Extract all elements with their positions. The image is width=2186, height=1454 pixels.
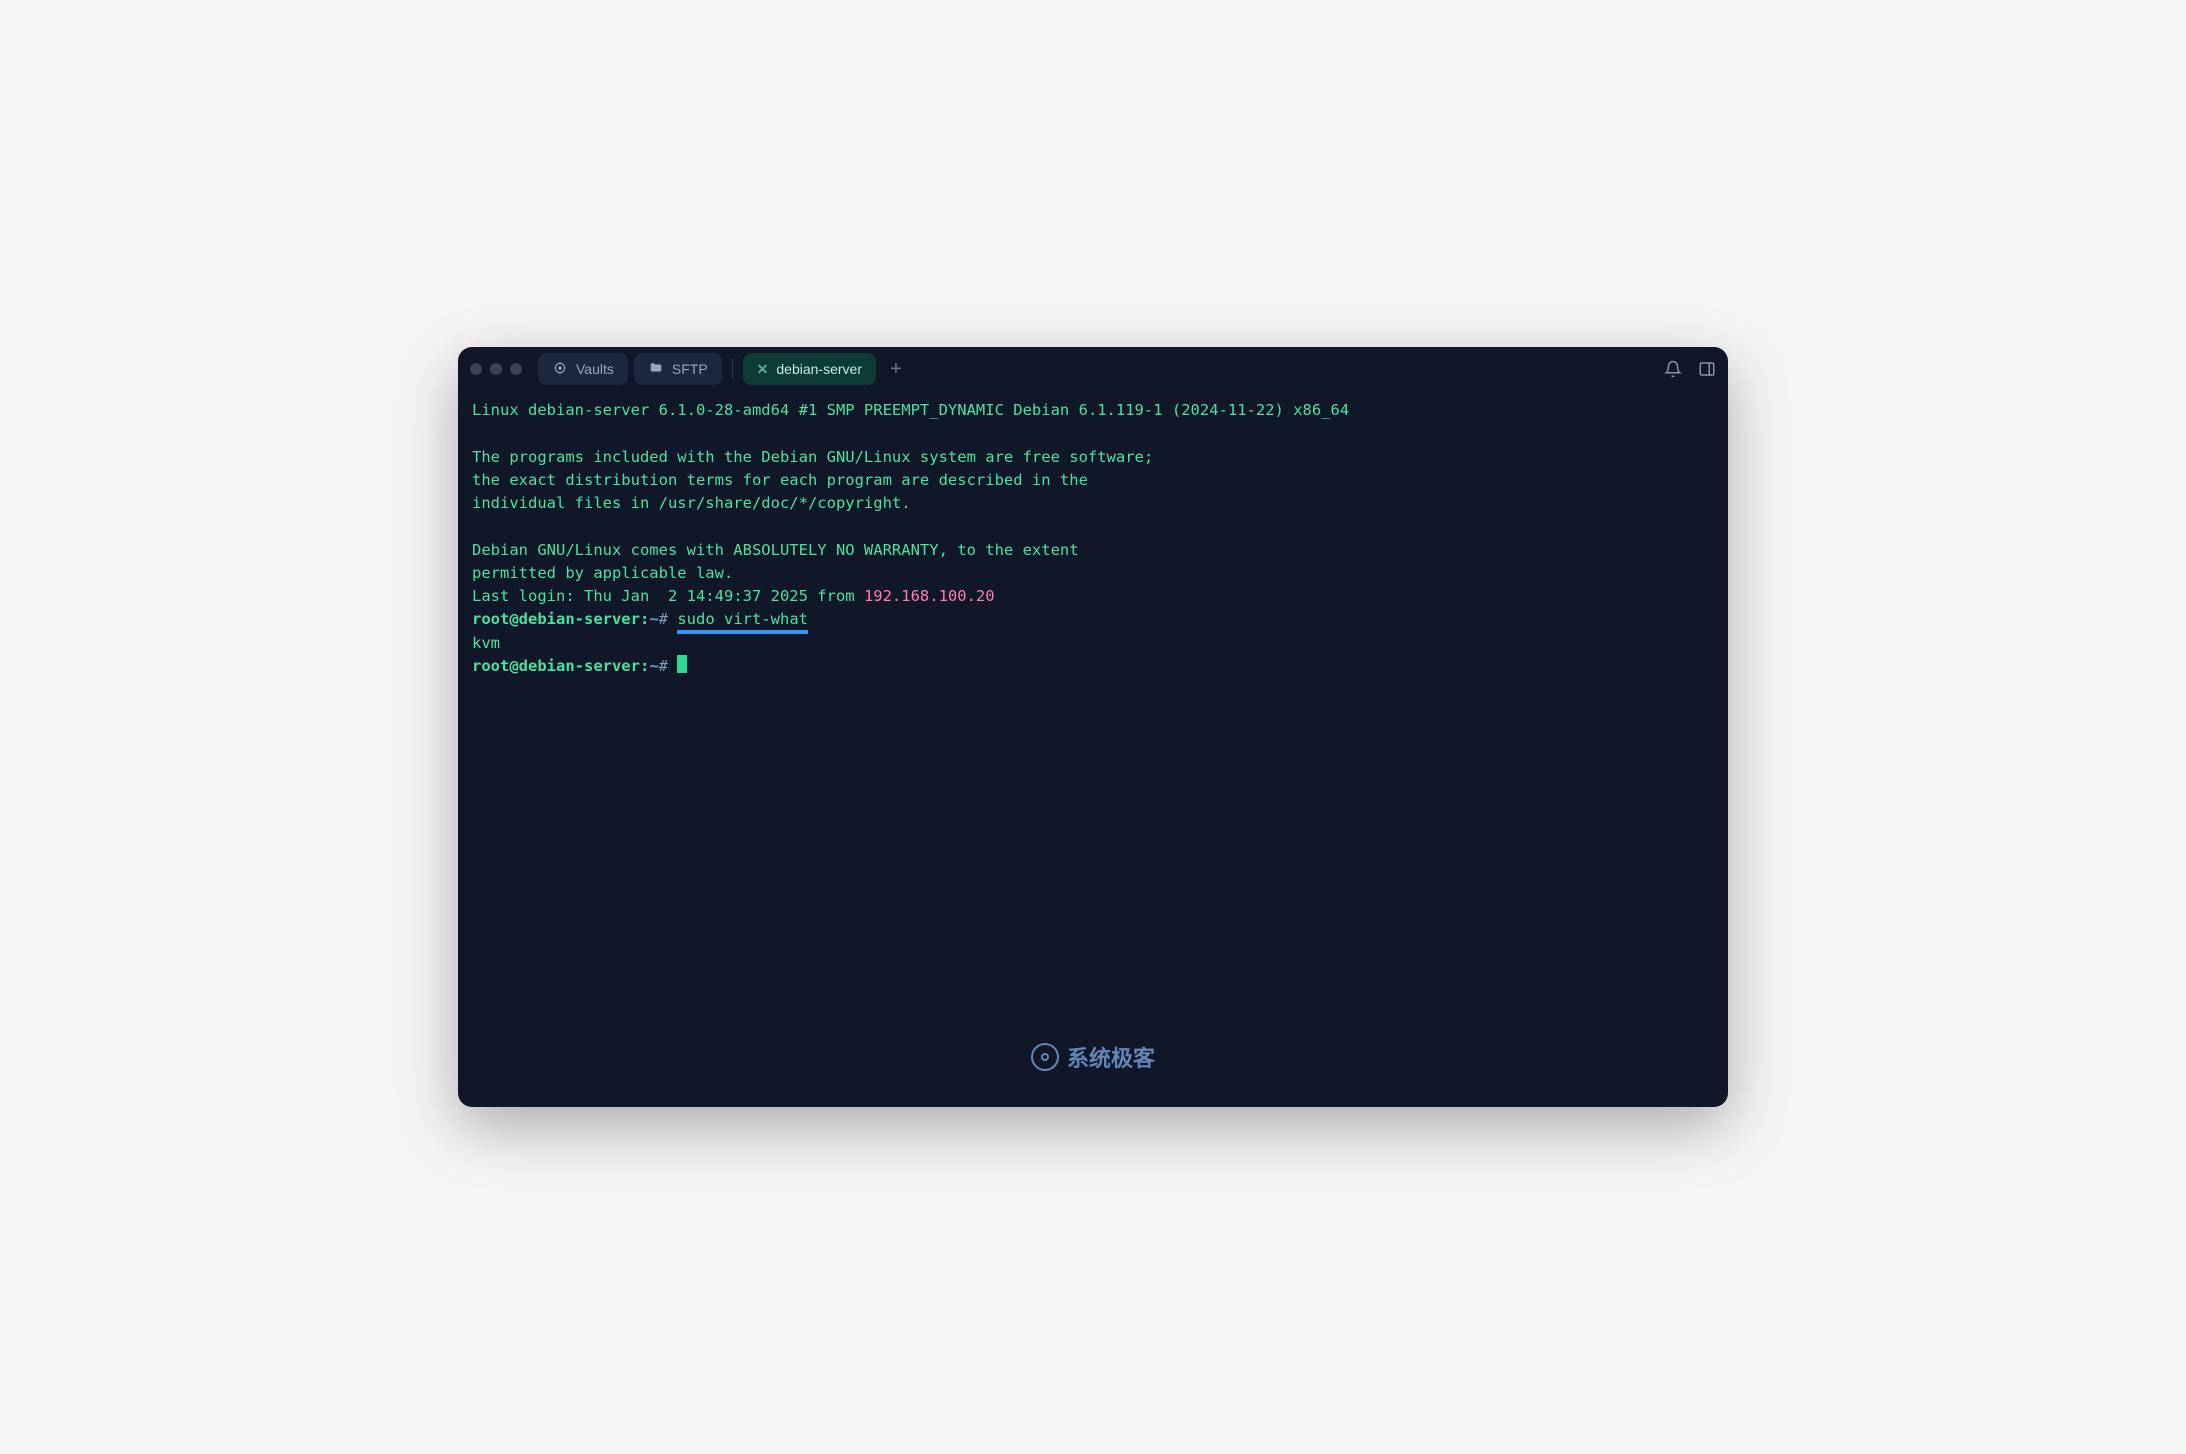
motd-text: The programs included with the Debian GN… <box>472 448 1153 466</box>
window-controls <box>470 363 522 375</box>
prompt-path: ~ <box>649 610 658 628</box>
tab-label: SFTP <box>672 361 708 377</box>
tab-label: debian-server <box>776 361 862 377</box>
prompt-user: root@debian-server <box>472 610 640 628</box>
motd-text: Linux debian-server 6.1.0-28-amd64 #1 SM… <box>472 401 1349 419</box>
minimize-window-button[interactable] <box>490 363 502 375</box>
command-text: sudo virt-what <box>677 610 808 634</box>
cursor-icon <box>677 655 687 673</box>
terminal-output[interactable]: Linux debian-server 6.1.0-28-amd64 #1 SM… <box>458 391 1728 1107</box>
tab-sftp[interactable]: SFTP <box>634 353 722 385</box>
motd-text: the exact distribution terms for each pr… <box>472 471 1088 489</box>
prompt-hash: # <box>659 657 678 675</box>
motd-text: permitted by applicable law. <box>472 564 733 582</box>
motd-text: individual files in /usr/share/doc/*/cop… <box>472 494 911 512</box>
motd-text: Debian GNU/Linux comes with ABSOLUTELY N… <box>472 541 1079 559</box>
prompt-user: root@debian-server <box>472 657 640 675</box>
prompt-sep: : <box>640 657 649 675</box>
watermark: 系统极客 <box>1031 1041 1155 1073</box>
close-window-button[interactable] <box>470 363 482 375</box>
titlebar-right <box>1664 360 1716 378</box>
bell-icon[interactable] <box>1664 360 1682 378</box>
tabs-container: Vaults SFTP ✕ debian-server + <box>538 353 1656 385</box>
prompt-sep: : <box>640 610 649 628</box>
last-login-ip: 192.168.100.20 <box>864 587 995 605</box>
last-login-text: Last login: Thu Jan 2 14:49:37 2025 from <box>472 587 864 605</box>
tab-label: Vaults <box>576 361 614 377</box>
watermark-logo-icon <box>1031 1043 1059 1071</box>
maximize-window-button[interactable] <box>510 363 522 375</box>
command-output: kvm <box>472 634 500 652</box>
vaults-icon <box>552 361 568 378</box>
prompt-path: ~ <box>649 657 658 675</box>
panel-icon[interactable] <box>1698 360 1716 378</box>
tab-divider <box>732 359 733 379</box>
new-tab-button[interactable]: + <box>882 355 910 383</box>
titlebar: Vaults SFTP ✕ debian-server + <box>458 347 1728 391</box>
tab-debian-server[interactable]: ✕ debian-server <box>743 353 876 385</box>
close-tab-icon[interactable]: ✕ <box>757 361 769 378</box>
watermark-text: 系统极客 <box>1067 1041 1155 1073</box>
tab-vaults[interactable]: Vaults <box>538 353 628 385</box>
terminal-window: Vaults SFTP ✕ debian-server + Linux debi… <box>458 347 1728 1107</box>
prompt-hash: # <box>659 610 678 628</box>
folder-icon <box>648 361 664 378</box>
